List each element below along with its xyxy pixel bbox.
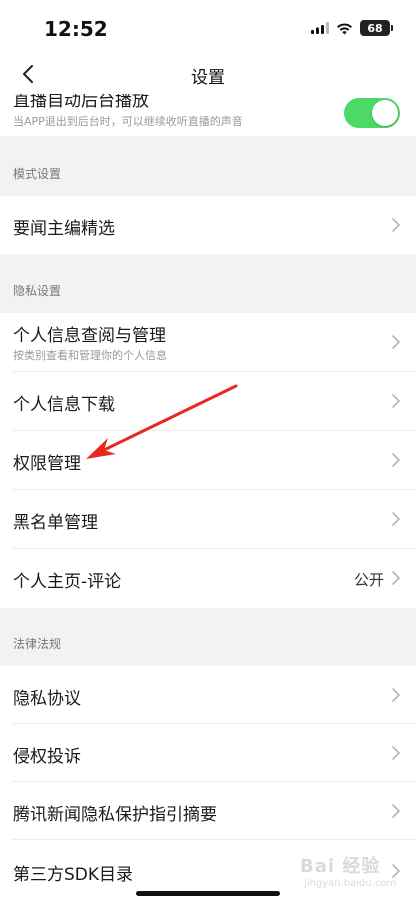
- row-value: 公开: [353, 571, 384, 589]
- section-header-legal: 法律法规: [0, 608, 416, 666]
- wifi-icon: [337, 22, 352, 34]
- toggle-knob: [372, 100, 398, 126]
- baidu-jingyan-watermark: Bai 经验 jingyan.baidu.com: [300, 852, 410, 896]
- status-bar: 12:52 68: [0, 0, 416, 54]
- row-sublabel: 当APP退出到后台时，可以继续收听直播的声音: [13, 115, 243, 128]
- row-label: 直播自动后台播放: [13, 94, 149, 111]
- chevron-right-icon: [392, 746, 400, 760]
- row-label: 隐私协议: [13, 689, 81, 709]
- watermark-logo: Bai 经验: [300, 856, 381, 877]
- settings-row-personal-info-management[interactable]: 个人信息查阅与管理 按类别查看和管理你的个人信息: [0, 313, 416, 372]
- status-icons: 68: [311, 20, 393, 36]
- section-title: 模式设置: [13, 167, 62, 181]
- live-background-play-row: 直播自动后台播放 当APP退出到后台时，可以继续收听直播的声音: [0, 94, 416, 136]
- row-label: 黑名单管理: [13, 513, 98, 533]
- row-label: 个人信息查阅与管理: [13, 326, 166, 346]
- section-header-mode: 模式设置: [0, 136, 416, 196]
- settings-row-blacklist-management[interactable]: 黑名单管理: [0, 490, 416, 549]
- settings-row-permission-management[interactable]: 权限管理: [0, 431, 416, 490]
- battery-indicator: 68: [360, 20, 393, 36]
- row-label: 要闻主编精选: [13, 219, 115, 239]
- row-label: 权限管理: [13, 454, 81, 474]
- row-label: 侵权投诉: [13, 747, 81, 767]
- settings-row-personal-info-download[interactable]: 个人信息下载: [0, 372, 416, 431]
- section-header-privacy: 隐私设置: [0, 254, 416, 313]
- cellular-signal-icon: [311, 22, 329, 34]
- chevron-right-icon: [392, 512, 400, 526]
- status-time: 12:52: [44, 17, 108, 41]
- row-label: 个人信息下载: [13, 395, 115, 415]
- settings-row-editor-picks[interactable]: 要闻主编精选: [0, 196, 416, 254]
- row-sublabel: 按类别查看和管理你的个人信息: [13, 349, 167, 362]
- chevron-right-icon: [392, 688, 400, 702]
- page-title: 设置: [191, 68, 225, 88]
- live-background-play-toggle[interactable]: [344, 98, 400, 128]
- section-title: 隐私设置: [13, 284, 62, 298]
- row-label: 个人主页-评论: [13, 572, 122, 592]
- row-label: 腾讯新闻隐私保护指引摘要: [13, 805, 217, 825]
- section-title: 法律法规: [13, 637, 62, 651]
- settings-row-infringement-complaint[interactable]: 侵权投诉: [0, 724, 416, 782]
- chevron-right-icon: [392, 571, 400, 585]
- navigation-bar: 设置: [0, 54, 416, 94]
- chevron-right-icon: [392, 218, 400, 232]
- home-indicator: [136, 891, 280, 896]
- watermark-url: jingyan.baidu.com: [304, 878, 397, 889]
- row-label: 第三方SDK目录: [13, 865, 134, 885]
- chevron-right-icon: [392, 453, 400, 467]
- chevron-right-icon: [392, 804, 400, 818]
- settings-row-profile-comments[interactable]: 个人主页-评论 公开: [0, 549, 416, 608]
- chevron-right-icon: [392, 394, 400, 408]
- settings-row-privacy-guide-summary[interactable]: 腾讯新闻隐私保护指引摘要: [0, 782, 416, 840]
- settings-row-privacy-agreement[interactable]: 隐私协议: [0, 666, 416, 724]
- chevron-right-icon: [392, 335, 400, 349]
